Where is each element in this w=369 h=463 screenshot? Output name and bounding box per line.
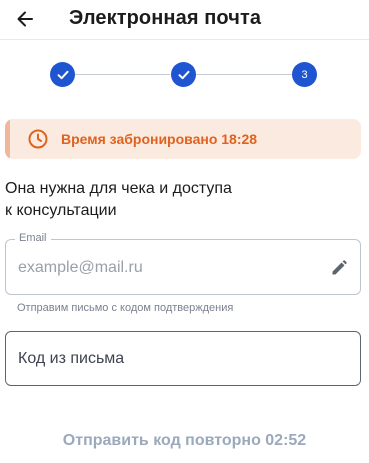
arrow-left-icon [17,11,33,27]
step-2-completed [171,62,196,87]
code-input[interactable] [18,348,338,370]
email-field-label: Email [15,232,51,244]
reservation-banner: Время забронировано 18:28 [5,119,361,159]
back-button[interactable] [13,7,37,31]
email-hint: Отправим письмо с кодом подтверждения [17,302,234,314]
progress-stepper: 3 [0,60,369,90]
description-line-2: к консультации [5,202,117,219]
pencil-icon [332,260,347,275]
description-line-1: Она нужна для чека и доступа [5,180,232,197]
banner-accent-stripe [5,119,10,159]
step-number: 3 [301,68,308,81]
email-field[interactable]: Email [5,232,361,295]
step-connector [196,74,292,75]
check-icon [57,70,68,79]
clock-icon [28,129,48,149]
email-input[interactable] [18,257,318,279]
resend-code-button[interactable]: Отправить код повторно 02:52 [0,432,369,450]
app-header: Электронная почта [0,0,369,40]
email-description: Она нужна для чека и доступа к консульта… [5,178,305,222]
reservation-time-text: Время забронировано 18:28 [61,131,258,147]
page-title: Электронная почта [69,7,262,29]
step-connector [75,74,170,75]
code-field[interactable] [5,331,361,386]
step-3-current: 3 [292,62,317,87]
step-1-completed [50,62,75,87]
check-icon [178,70,189,79]
edit-email-button[interactable] [328,257,350,279]
